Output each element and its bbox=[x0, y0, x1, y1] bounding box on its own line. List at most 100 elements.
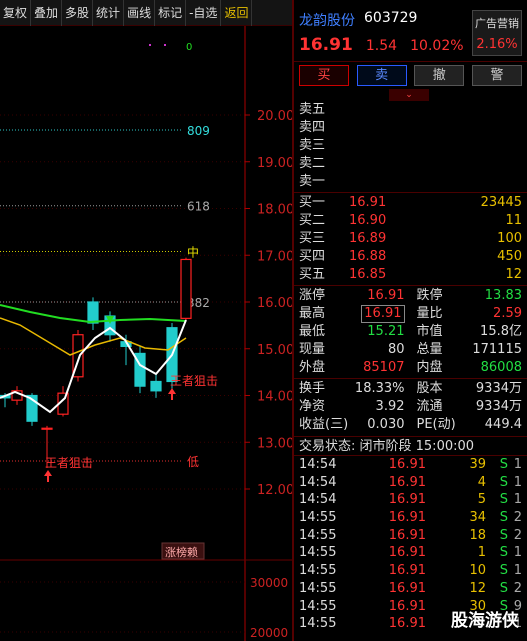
asks-price bbox=[349, 173, 409, 191]
tick-price: 16.91 bbox=[388, 457, 426, 472]
sector-box[interactable]: 广告营销 2.16% bbox=[472, 10, 522, 56]
stat-value: 13.83 bbox=[484, 288, 522, 303]
y-tick-label: 13.00 bbox=[257, 436, 293, 451]
alert-button[interactable]: 警 bbox=[471, 65, 522, 86]
stat-label: 市值 bbox=[416, 324, 443, 339]
kline-chart-svg[interactable]: 20.00 19.00 18.00 17.00 16.00 15.00 14.00 13.00… bbox=[0, 26, 294, 641]
stock-name[interactable]: 龙韵股份 bbox=[299, 10, 355, 30]
stat-cell: 内盘 86008 bbox=[411, 359, 523, 377]
tick-count: 1 bbox=[513, 474, 522, 490]
stat-value: 80 bbox=[387, 342, 405, 357]
stat-cell: 现量 80 bbox=[299, 341, 411, 359]
bids-row[interactable]: 买一 16.91 23445 bbox=[294, 194, 527, 212]
tick-time: 14:55 bbox=[299, 616, 337, 632]
cancel-order-button[interactable]: 撤 bbox=[414, 65, 465, 86]
bids-price: 16.90 bbox=[349, 213, 387, 228]
candle-body bbox=[180, 258, 192, 319]
stat-value: 15.21 bbox=[367, 324, 405, 339]
asks-row[interactable]: 卖三 bbox=[294, 137, 527, 155]
stat-cell: 流通 9334万 bbox=[411, 398, 523, 416]
bids-volume: 11 bbox=[505, 213, 522, 228]
level-label: 中 bbox=[187, 245, 199, 260]
bids-price: 16.85 bbox=[349, 267, 387, 282]
asks-row[interactable]: 卖四 bbox=[294, 119, 527, 137]
y-tick-label: 15.00 bbox=[257, 343, 293, 358]
bids-row[interactable]: 买二 16.90 11 bbox=[294, 212, 527, 230]
stat-row: 最高 16.91 量比 2.59 bbox=[294, 305, 527, 323]
tick-time: 14:55 bbox=[299, 563, 337, 579]
tick-count: 1 bbox=[513, 492, 522, 508]
asks-price bbox=[349, 101, 409, 119]
orderbook-expander[interactable]: ⌄ bbox=[294, 89, 527, 101]
tick-time: 14:55 bbox=[299, 510, 337, 526]
tick-count: 1 bbox=[513, 563, 522, 579]
asks-row[interactable]: 卖一 bbox=[294, 173, 527, 191]
toolbar-button[interactable]: 叠加 bbox=[31, 0, 63, 26]
stat-cell: 量比 2.59 bbox=[411, 305, 523, 323]
tick-row: 14:54 16.91 4 S 1 bbox=[294, 474, 527, 492]
up-arrow-icon bbox=[44, 470, 52, 482]
y-tick-label: 18.00 bbox=[257, 203, 293, 218]
trade-status: 交易状态: 闭市阶段 15:00:00 bbox=[294, 436, 527, 456]
toolbar-button[interactable]: 复权 bbox=[0, 0, 32, 26]
toolbar-button[interactable]: 统计 bbox=[93, 0, 125, 26]
tick-time: 14:55 bbox=[299, 598, 337, 614]
asks-label: 卖四 bbox=[299, 120, 326, 135]
kline-chart[interactable]: 20.00 19.00 18.00 17.00 16.00 15.00 14.00 13.00… bbox=[0, 26, 294, 641]
tick-volume: 34 bbox=[469, 510, 486, 526]
toolbar-button[interactable]: 多股 bbox=[62, 0, 94, 26]
toolbar-button[interactable]: 标记 bbox=[155, 0, 187, 26]
tick-side: S bbox=[499, 527, 508, 543]
stat-value: 449.4 bbox=[484, 417, 522, 432]
tick-row: 14:55 16.91 10 S 1 bbox=[294, 562, 527, 580]
ask-list: 卖五 卖四卖三 卖二 卖一 bbox=[294, 101, 527, 191]
bids-price: 16.88 bbox=[349, 249, 387, 264]
stat-cell: 股本 9334万 bbox=[411, 380, 523, 398]
stat-label: 最高 bbox=[299, 306, 326, 321]
stat-cell: 外盘 85107 bbox=[299, 359, 411, 377]
stat-cell: PE(动) 449.4 bbox=[411, 416, 523, 434]
stat-value: 16.91 bbox=[367, 288, 405, 303]
sector-name: 广告营销 bbox=[475, 17, 519, 30]
buy-button[interactable]: 买 bbox=[299, 65, 349, 86]
tick-row: 14:55 16.91 34 S 2 bbox=[294, 509, 527, 527]
toolbar-button[interactable]: 画线 bbox=[124, 0, 156, 26]
tick-count: 2 bbox=[513, 527, 522, 543]
asks-row[interactable]: 卖五 bbox=[294, 101, 527, 119]
price-change-pct: 10.02% bbox=[410, 38, 464, 54]
toolbar-button[interactable]: -自选 bbox=[186, 0, 222, 26]
quote-header: 龙韵股份 603729 16.91 1.54 10.02% 广告营销 2.16% bbox=[294, 0, 527, 62]
volume-tick-label: 30000 bbox=[250, 576, 288, 590]
tick-row: 14:54 16.91 5 S 1 bbox=[294, 491, 527, 509]
tick-price: 16.91 bbox=[388, 527, 426, 543]
stat-cell: 涨停 16.91 bbox=[299, 287, 411, 305]
stat-cell: 净资 3.92 bbox=[299, 398, 411, 416]
stats-table: 涨停 16.91 跌停 13.83 最高 16.91 量比 2.59 最低 15.21 市值 15.8… bbox=[294, 287, 527, 377]
bids-row[interactable]: 买五 16.85 12 bbox=[294, 266, 527, 284]
tick-volume: 12 bbox=[469, 580, 486, 596]
bids-row[interactable]: 买四 16.88 450 bbox=[294, 248, 527, 266]
asks-label: 卖一 bbox=[299, 174, 326, 189]
badge-label: 涨榜赖 bbox=[165, 545, 198, 559]
tick-time: 14:55 bbox=[299, 580, 337, 596]
tick-side: S bbox=[499, 492, 508, 508]
tick-volume: 1 bbox=[477, 545, 486, 561]
bids-label: 买二 bbox=[299, 213, 326, 228]
divider bbox=[294, 378, 527, 379]
asks-volume bbox=[409, 173, 522, 191]
sell-button[interactable]: 卖 bbox=[356, 65, 407, 86]
candle-body bbox=[87, 301, 99, 324]
chevron-down-icon[interactable]: ⌄ bbox=[389, 89, 429, 101]
toolbar-button[interactable]: 返回 bbox=[221, 0, 253, 26]
bids-row[interactable]: 买三 16.89 100 bbox=[294, 230, 527, 248]
bid-list: 买一 16.91 23445 买二 16.90 11 买三 16.89 100 买四 16.88 45… bbox=[294, 194, 527, 284]
bids-label: 买三 bbox=[299, 231, 326, 246]
divider bbox=[294, 192, 527, 193]
stat-value: 18.33% bbox=[354, 381, 405, 396]
stat-value: 85107 bbox=[363, 360, 405, 375]
bids-volume: 100 bbox=[497, 231, 522, 246]
stat-cell: 跌停 13.83 bbox=[411, 287, 523, 305]
tick-count: 1 bbox=[513, 545, 522, 561]
asks-row[interactable]: 卖二 bbox=[294, 155, 527, 173]
stock-code: 603729 bbox=[364, 10, 418, 26]
